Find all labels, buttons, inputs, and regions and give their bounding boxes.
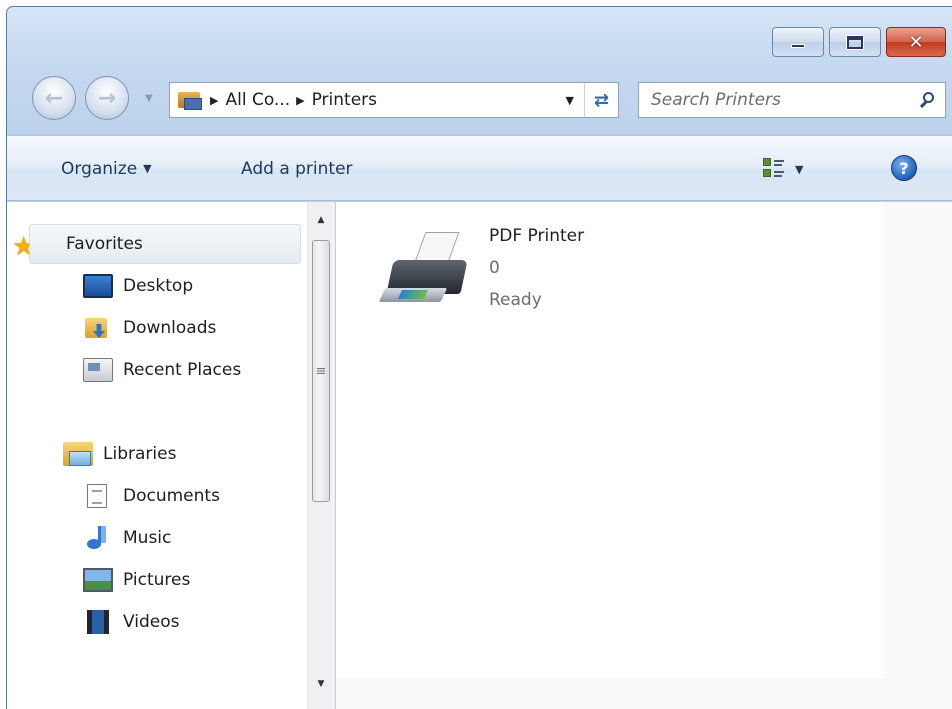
sidebar-item-label: Desktop <box>123 276 194 296</box>
content-background <box>884 202 952 709</box>
add-printer-button[interactable]: Add a printer <box>241 159 353 179</box>
scroll-thumb[interactable]: ≡ <box>312 240 330 502</box>
forward-button[interactable]: → <box>85 76 129 120</box>
sidebar-item-pictures[interactable]: Pictures <box>83 560 190 600</box>
address-bar[interactable]: ▶ All Co... ▶ Printers ▼ ⇄ <box>169 82 619 118</box>
maximize-icon <box>846 34 864 50</box>
printer-document-count: 0 <box>489 258 500 278</box>
forward-arrow-icon: → <box>97 85 117 111</box>
sidebar-item-label: Libraries <box>103 444 177 464</box>
breadcrumb-separator-icon[interactable]: ▶ <box>296 94 304 107</box>
libraries-icon <box>63 442 93 466</box>
sidebar-item-label: Music <box>123 528 172 548</box>
downloads-icon <box>83 316 113 340</box>
search-box[interactable] <box>638 82 946 118</box>
close-icon: ✕ <box>908 31 924 53</box>
maximize-button[interactable] <box>829 27 881 57</box>
grip-icon: ≡ <box>315 363 327 379</box>
printer-icon <box>378 232 472 312</box>
minimize-button[interactable] <box>772 27 824 57</box>
breadcrumb-separator-icon[interactable]: ▶ <box>210 94 218 107</box>
sidebar-item-label: Recent Places <box>123 360 242 380</box>
sidebar-item-label: Downloads <box>123 318 217 338</box>
sidebar-item-label: Documents <box>123 486 220 506</box>
refresh-button[interactable]: ⇄ <box>584 83 618 117</box>
change-view-icon[interactable] <box>763 157 785 179</box>
view-options-dropdown[interactable]: ▼ <box>795 163 803 176</box>
organize-label: Organize <box>61 159 138 179</box>
breadcrumb-printers[interactable]: Printers <box>312 90 377 110</box>
sidebar-item-favorites[interactable]: Favorites <box>29 224 301 264</box>
sidebar-item-label: Favorites <box>66 234 143 254</box>
back-arrow-icon: ← <box>44 85 64 111</box>
sidebar-item-libraries[interactable]: Libraries <box>63 434 176 474</box>
back-button[interactable]: ← <box>32 76 76 120</box>
documents-icon <box>87 484 107 508</box>
devices-printers-icon <box>176 88 204 112</box>
window-caption-buttons: ✕ <box>772 27 946 57</box>
help-icon[interactable]: ? <box>891 155 917 181</box>
scroll-up-arrow-icon[interactable]: ▲ <box>308 206 334 234</box>
minimize-icon <box>791 44 805 48</box>
printer-name: PDF Printer <box>489 226 585 246</box>
sidebar-item-documents[interactable]: Documents <box>83 476 220 516</box>
sidebar-item-music[interactable]: Music <box>83 518 171 558</box>
sidebar-item-downloads[interactable]: Downloads <box>83 308 216 348</box>
content-pane: PDF Printer 0 Ready <box>336 202 952 709</box>
navigation-bar: ← → ▼ ▶ All Co... ▶ Printers ▼ ⇄ <box>27 73 947 123</box>
pictures-icon <box>83 568 113 592</box>
chevron-down-icon: ▼ <box>143 162 152 175</box>
search-icon[interactable] <box>919 91 937 109</box>
music-icon <box>83 526 113 550</box>
printer-status: Ready <box>489 290 542 310</box>
printer-item[interactable]: PDF Printer 0 Ready <box>376 220 616 320</box>
navigation-scrollbar[interactable]: ▲ ≡ ▼ <box>307 202 333 709</box>
sidebar-item-desktop[interactable]: Desktop <box>83 266 193 306</box>
scroll-down-arrow-icon[interactable]: ▼ <box>308 670 334 698</box>
sidebar-item-label: Pictures <box>123 570 191 590</box>
content-background <box>336 678 952 709</box>
explorer-window: ✕ ← → ▼ ▶ All Co... ▶ Printers ▼ ⇄ Searc… <box>6 6 952 709</box>
navigation-pane: ★ Favorites Desktop Downloads Recent Pla… <box>7 202 335 709</box>
recent-pages-dropdown[interactable]: ▼ <box>145 93 153 104</box>
command-bar: Organize ▼ Add a printer ▼ ? <box>7 135 952 201</box>
sidebar-item-recent-places[interactable]: Recent Places <box>83 350 241 390</box>
search-input[interactable] <box>651 90 891 110</box>
sidebar-item-videos[interactable]: Videos <box>83 602 180 642</box>
breadcrumb-all-control-panel[interactable]: All Co... <box>225 90 290 110</box>
videos-icon <box>87 610 109 634</box>
close-button[interactable]: ✕ <box>886 27 946 57</box>
recent-places-icon <box>83 358 113 382</box>
organize-menu[interactable]: Organize ▼ <box>61 159 152 179</box>
refresh-icon: ⇄ <box>593 89 610 111</box>
desktop-icon <box>83 274 113 298</box>
sidebar-item-label: Videos <box>123 612 180 632</box>
address-history-dropdown[interactable]: ▼ <box>566 94 574 107</box>
